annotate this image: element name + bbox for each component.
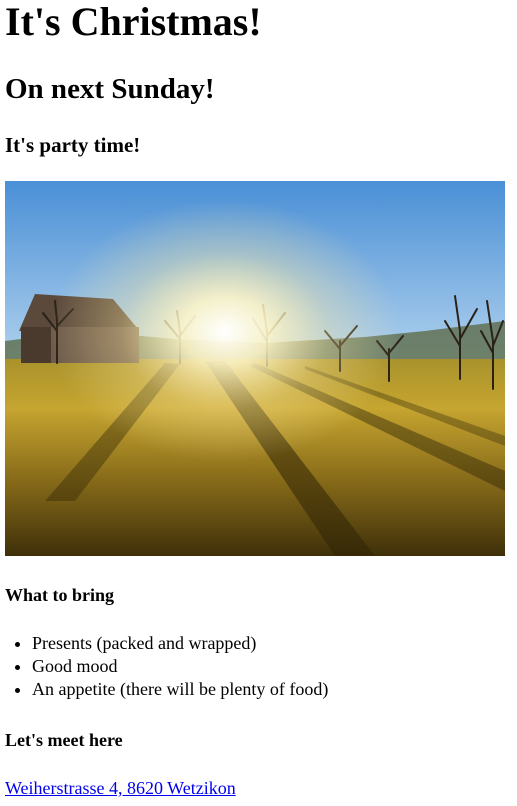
party-heading: It's party time! (5, 133, 141, 157)
page-title: It's Christmas! (5, 0, 262, 44)
list-item: An appetite (there will be plenty of foo… (32, 678, 328, 701)
event-date-heading: On next Sunday! (5, 73, 215, 105)
list-item: Presents (packed and wrapped) (32, 632, 328, 655)
list-item: Good mood (32, 655, 328, 678)
address-link[interactable]: Weiherstrasse 4, 8620 Wetzikon (5, 777, 236, 799)
bring-list: Presents (packed and wrapped) Good mood … (5, 632, 328, 701)
hero-image (5, 181, 505, 556)
meet-heading: Let's meet here (5, 730, 123, 750)
bring-heading: What to bring (5, 585, 115, 605)
